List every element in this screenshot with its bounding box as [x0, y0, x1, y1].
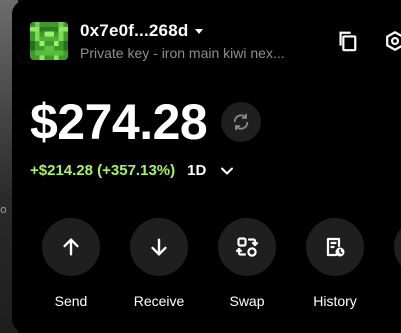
balance-row: $274.28 — [30, 92, 262, 152]
chevron-down-icon — [221, 167, 234, 174]
account-switcher[interactable]: 0x7e0f...268d — [80, 21, 204, 41]
copy-button[interactable] — [332, 26, 362, 56]
receive-label: Receive — [133, 293, 185, 309]
balance-change-row: +$214.28 (+357.13%) 1D — [30, 162, 234, 179]
arrow-down-icon — [151, 238, 167, 256]
more-circle — [394, 218, 401, 276]
copy-icon — [339, 31, 357, 52]
history-button[interactable]: History — [305, 218, 365, 309]
swap-icon — [235, 237, 259, 257]
swap-label: Swap — [229, 293, 265, 309]
send-button[interactable]: Send — [41, 218, 101, 309]
history-icon — [326, 237, 345, 257]
swap-button[interactable]: Swap — [217, 218, 277, 309]
period-selector[interactable]: 1D — [187, 162, 234, 179]
receive-circle — [130, 218, 188, 276]
history-label: History — [313, 293, 357, 309]
history-circle — [306, 218, 364, 276]
total-balance: $274.28 — [30, 94, 208, 150]
more-button[interactable]: M — [393, 218, 401, 309]
screen: o 0x7e0f...268d Private key - iron main … — [0, 0, 401, 333]
account-header: 0x7e0f...268d Private key - iron main ki… — [30, 20, 401, 64]
account-subtitle: Private key - iron main kiwi nex... — [80, 45, 285, 61]
more-label: M — [393, 293, 401, 309]
send-label: Send — [54, 293, 88, 309]
refresh-button[interactable] — [221, 102, 262, 142]
receive-button[interactable]: Receive — [129, 218, 189, 309]
swap-circle — [218, 218, 276, 276]
period-label: 1D — [187, 162, 207, 179]
account-avatar[interactable] — [30, 22, 68, 60]
refresh-icon — [234, 113, 249, 131]
account-address: 0x7e0f...268d — [80, 21, 189, 40]
wallet-panel: 0x7e0f...268d Private key - iron main ki… — [12, 0, 401, 333]
caret-down-icon — [195, 29, 204, 34]
send-circle — [42, 218, 100, 276]
arrow-up-icon — [63, 238, 79, 256]
balance-change: +$214.28 (+357.13%) — [30, 162, 176, 179]
background-text: o — [0, 203, 7, 216]
hexagon-settings-icon — [386, 31, 401, 51]
quick-actions: Send Receive Swap History — [30, 218, 401, 318]
settings-button[interactable] — [380, 26, 401, 56]
